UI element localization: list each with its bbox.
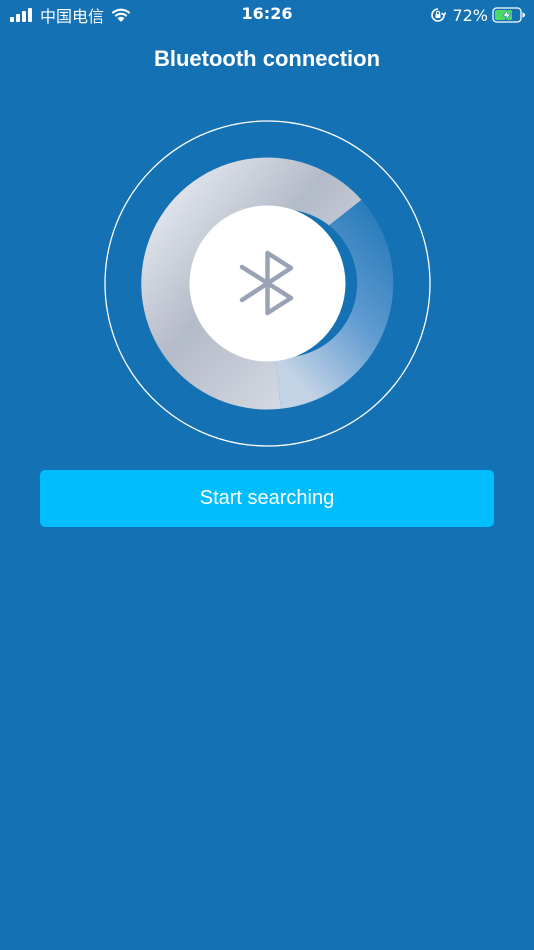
bluetooth-scanner <box>104 120 431 447</box>
orientation-lock-icon <box>431 8 447 22</box>
start-searching-button[interactable]: Start searching <box>40 470 494 527</box>
status-right: 72% <box>430 4 526 26</box>
battery-percent: 72% <box>452 5 488 25</box>
page-title: Bluetooth connection <box>153 46 381 71</box>
status-bar: 中国电信 16:26 72% <box>0 0 534 30</box>
battery-charging-icon <box>492 7 525 23</box>
